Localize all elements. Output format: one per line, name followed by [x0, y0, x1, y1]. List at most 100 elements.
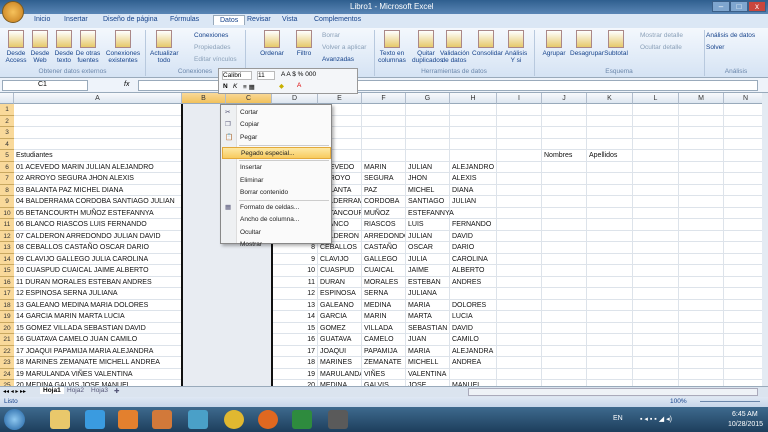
cell-L18[interactable] [633, 299, 679, 311]
cell-M4[interactable] [679, 138, 724, 150]
cell-M18[interactable] [679, 299, 724, 311]
cell-K22[interactable] [587, 345, 633, 357]
cell-L13[interactable] [633, 242, 679, 254]
cell-N19[interactable] [724, 311, 762, 323]
cell-N13[interactable] [724, 242, 762, 254]
cell-G13[interactable]: OSCAR [406, 242, 450, 254]
cell-K5[interactable]: Apellidos [587, 150, 633, 162]
cell-A17[interactable]: 12 ESPINOSA SERNA JULIANA [14, 288, 182, 300]
cell-G21[interactable]: JUAN [406, 334, 450, 346]
menu-item-cortar[interactable]: ✂ Cortar [222, 107, 331, 119]
cell-K24[interactable] [587, 368, 633, 380]
row-header-1[interactable]: 1 [0, 104, 14, 116]
cell-E23[interactable]: MARINES [318, 357, 362, 369]
menu-item-ocultar[interactable]: Ocultar [222, 227, 331, 239]
cell-F1[interactable] [362, 104, 406, 116]
cell-F9[interactable]: CORDOBA [362, 196, 406, 208]
cell-J5[interactable]: Nombres [542, 150, 587, 162]
cell-G16[interactable]: ESTEBAN [406, 276, 450, 288]
cell-E18[interactable]: GALEANO [318, 299, 362, 311]
cell-E17[interactable]: ESPINOSA [318, 288, 362, 300]
cell-D22[interactable]: 17 [272, 345, 318, 357]
cell-K23[interactable] [587, 357, 633, 369]
cell-I16[interactable] [497, 276, 542, 288]
cell-L22[interactable] [633, 345, 679, 357]
cell-L15[interactable] [633, 265, 679, 277]
ribbon-button-4[interactable]: Conexiones existentes [104, 30, 142, 64]
cell-K10[interactable] [587, 207, 633, 219]
cell-I19[interactable] [497, 311, 542, 323]
cell-J6[interactable] [542, 161, 587, 173]
ribbon-small-8[interactable]: Análisis de datos [706, 32, 755, 39]
cell-M7[interactable] [679, 173, 724, 185]
cell-A7[interactable]: 02 ARROYO SEGURA JHON ALEXIS [14, 173, 182, 185]
tab-datos[interactable]: Datos [213, 15, 246, 25]
cell-G12[interactable]: JULIAN [406, 230, 450, 242]
menu-item-borrarcontenido[interactable]: Borrar contenido [222, 187, 331, 199]
cell-M21[interactable] [679, 334, 724, 346]
fill-color-icon[interactable]: ◆ [279, 82, 284, 90]
cell-N23[interactable] [724, 357, 762, 369]
cell-M2[interactable] [679, 115, 724, 127]
cell-F18[interactable]: MEDINA [362, 299, 406, 311]
cell-G18[interactable]: MARIA [406, 299, 450, 311]
cell-K14[interactable] [587, 253, 633, 265]
cell-J16[interactable] [542, 276, 587, 288]
app-icon[interactable] [152, 410, 172, 429]
cell-M14[interactable] [679, 253, 724, 265]
cell-K9[interactable] [587, 196, 633, 208]
start-button[interactable] [4, 409, 25, 430]
cell-A13[interactable]: 08 CEBALLOS CASTAÑO OSCAR DARIO [14, 242, 182, 254]
cell-M10[interactable] [679, 207, 724, 219]
column-header-F[interactable]: F [362, 93, 406, 104]
ribbon-small-2[interactable]: Editar vínculos [194, 56, 237, 63]
cell-I4[interactable] [497, 138, 542, 150]
ribbon-small-6[interactable]: Mostrar detalle [640, 32, 683, 39]
cell-I2[interactable] [497, 115, 542, 127]
cell-N18[interactable] [724, 300, 762, 311]
ribbon-button-7[interactable]: Filtro [290, 30, 318, 57]
cell-D21[interactable]: 16 [272, 334, 318, 346]
cell-E21[interactable]: GUATAVA [318, 334, 362, 346]
cell-J14[interactable] [542, 253, 587, 265]
menu-item-eliminar[interactable]: Eliminar [222, 175, 331, 187]
cell-F23[interactable]: ZEMANATE [362, 357, 406, 369]
grow-font-icon[interactable]: A A $ % 000 [281, 71, 316, 78]
ribbon-small-7[interactable]: Ocultar detalle [640, 44, 682, 51]
cell-J17[interactable] [542, 288, 587, 300]
cell-N24[interactable] [724, 369, 762, 380]
column-header-J[interactable]: J [542, 93, 587, 104]
font-color-icon[interactable]: A [297, 82, 301, 89]
cell-N11[interactable] [724, 219, 762, 231]
cell-J8[interactable] [542, 184, 587, 196]
cell-F10[interactable]: MUÑOZ [362, 207, 406, 219]
cell-K11[interactable] [587, 219, 633, 231]
cell-G23[interactable]: MICHELL [406, 357, 450, 369]
close-button[interactable]: x [748, 1, 766, 12]
row-header-7[interactable]: 7 [0, 173, 14, 185]
cell-E14[interactable]: CLAVIJO [318, 253, 362, 265]
cell-I10[interactable] [497, 207, 542, 219]
ribbon-button-15[interactable]: Subtotal [602, 30, 630, 57]
cell-E19[interactable]: GARCIA [318, 311, 362, 323]
cell-E16[interactable]: DURAN [318, 276, 362, 288]
cell-D15[interactable]: 10 [272, 265, 318, 277]
cell-D20[interactable]: 15 [272, 322, 318, 334]
cell-M3[interactable] [679, 127, 724, 139]
cell-I7[interactable] [497, 173, 542, 185]
cell-L8[interactable] [633, 184, 679, 196]
bold-icon[interactable]: N [223, 83, 228, 90]
ribbon-button-14[interactable]: Desagrupar [570, 30, 604, 57]
menu-item-formatodeceldas[interactable]: ▦ Formato de celdas... [222, 202, 331, 214]
cell-H10[interactable] [450, 207, 497, 219]
cell-M11[interactable] [679, 219, 724, 231]
cell-F17[interactable]: SERNA [362, 288, 406, 300]
cell-J20[interactable] [542, 322, 587, 334]
cell-I5[interactable] [497, 150, 542, 162]
cell-M17[interactable] [679, 288, 724, 300]
cell-K19[interactable] [587, 311, 633, 323]
cell-N21[interactable] [724, 334, 762, 346]
cell-I18[interactable] [497, 299, 542, 311]
cell-D16[interactable]: 11 [272, 276, 318, 288]
cell-J19[interactable] [542, 311, 587, 323]
